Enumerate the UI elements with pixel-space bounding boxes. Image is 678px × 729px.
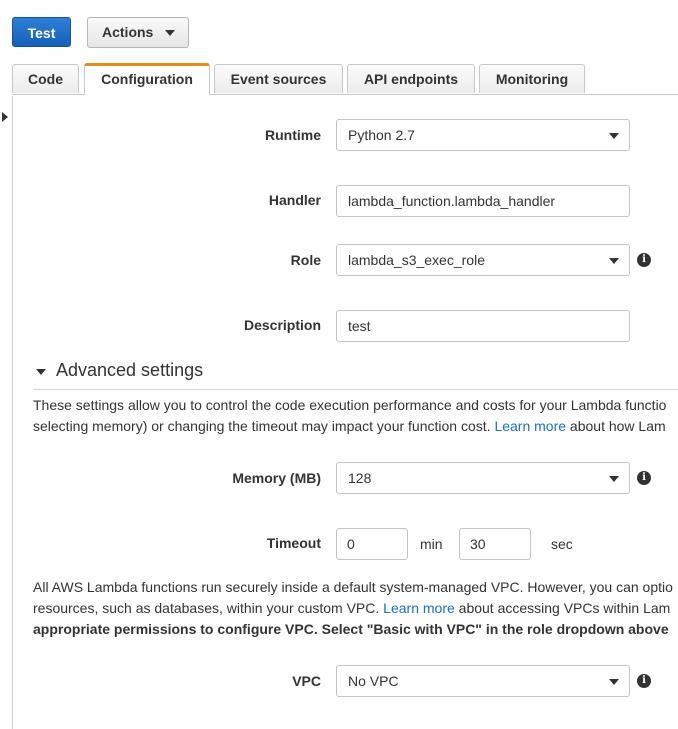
actions-dropdown-button[interactable]: Actions [87, 17, 189, 48]
role-label: Role [290, 252, 321, 268]
tab-code[interactable]: Code [12, 64, 79, 93]
vpc-select[interactable]: No VPC [336, 665, 630, 697]
vpc-description-line-1: All AWS Lambda functions run securely in… [33, 579, 673, 595]
timeout-minutes-value: 0 [347, 536, 355, 552]
learn-more-link[interactable]: Learn more [494, 418, 566, 434]
memory-info-icon[interactable]: i [637, 471, 651, 485]
vpc-description: All AWS Lambda functions run securely in… [33, 577, 678, 640]
description-value: test [348, 318, 371, 334]
advanced-description-text: selecting memory) or changing the timeou… [33, 418, 495, 434]
handler-input[interactable]: lambda_function.lambda_handler [336, 185, 630, 217]
side-panel [0, 96, 13, 729]
timeout-seconds-input[interactable]: 30 [459, 528, 531, 560]
role-value: lambda_s3_exec_role [348, 252, 485, 268]
section-divider [33, 389, 678, 390]
tab-api-endpoints[interactable]: API endpoints [347, 64, 475, 93]
vpc-description-text: resources, such as databases, within you… [33, 600, 384, 616]
timeout-minutes-input[interactable]: 0 [336, 528, 408, 560]
minutes-unit-label: min [420, 536, 443, 552]
test-button[interactable]: Test [12, 17, 71, 47]
vpc-learn-more-link[interactable]: Learn more [383, 600, 455, 616]
chevron-down-icon [609, 476, 619, 482]
description-input[interactable]: test [336, 310, 630, 342]
actions-label: Actions [102, 24, 154, 40]
vpc-info-icon[interactable]: i [637, 674, 651, 688]
memory-value: 128 [348, 470, 372, 486]
advanced-description-line-1: These settings allow you to control the … [33, 397, 667, 413]
advanced-description-text-end: about how Lam [566, 418, 666, 434]
tab-configuration[interactable]: Configuration [84, 63, 210, 95]
advanced-description-line-2: selecting memory) or changing the timeou… [33, 416, 678, 437]
caret-down-icon [165, 30, 175, 36]
runtime-label: Runtime [265, 127, 321, 143]
tab-monitoring[interactable]: Monitoring [479, 64, 585, 93]
memory-select[interactable]: 128 [336, 462, 630, 494]
role-info-icon[interactable]: i [637, 253, 651, 267]
tab-bar: Code Configuration Event sources API end… [12, 63, 678, 95]
chevron-down-icon [609, 133, 619, 139]
timeout-label: Timeout [266, 535, 321, 551]
runtime-value: Python 2.7 [348, 127, 415, 143]
advanced-description: These settings allow you to control the … [33, 395, 678, 437]
vpc-label: VPC [292, 673, 321, 689]
collapse-caret-icon[interactable] [36, 369, 46, 375]
handler-value: lambda_function.lambda_handler [348, 193, 556, 209]
runtime-select[interactable]: Python 2.7 [336, 119, 630, 151]
expand-panel-arrow-icon[interactable] [2, 112, 8, 122]
chevron-down-icon [609, 258, 619, 264]
vpc-description-line-3: appropriate permissions to configure VPC… [33, 621, 669, 637]
chevron-down-icon [609, 679, 619, 685]
advanced-settings-header[interactable]: Advanced settings [56, 360, 203, 381]
timeout-seconds-value: 30 [470, 536, 486, 552]
vpc-description-text-end: about accessing VPCs within Lam [454, 600, 671, 616]
vpc-value: No VPC [348, 673, 399, 689]
memory-label: Memory (MB) [232, 470, 321, 486]
role-select[interactable]: lambda_s3_exec_role [336, 244, 630, 276]
vpc-description-line-2: resources, such as databases, within you… [33, 598, 678, 619]
tab-event-sources[interactable]: Event sources [214, 64, 343, 93]
seconds-unit-label: sec [551, 536, 573, 552]
handler-label: Handler [268, 192, 321, 208]
description-label: Description [243, 317, 321, 333]
